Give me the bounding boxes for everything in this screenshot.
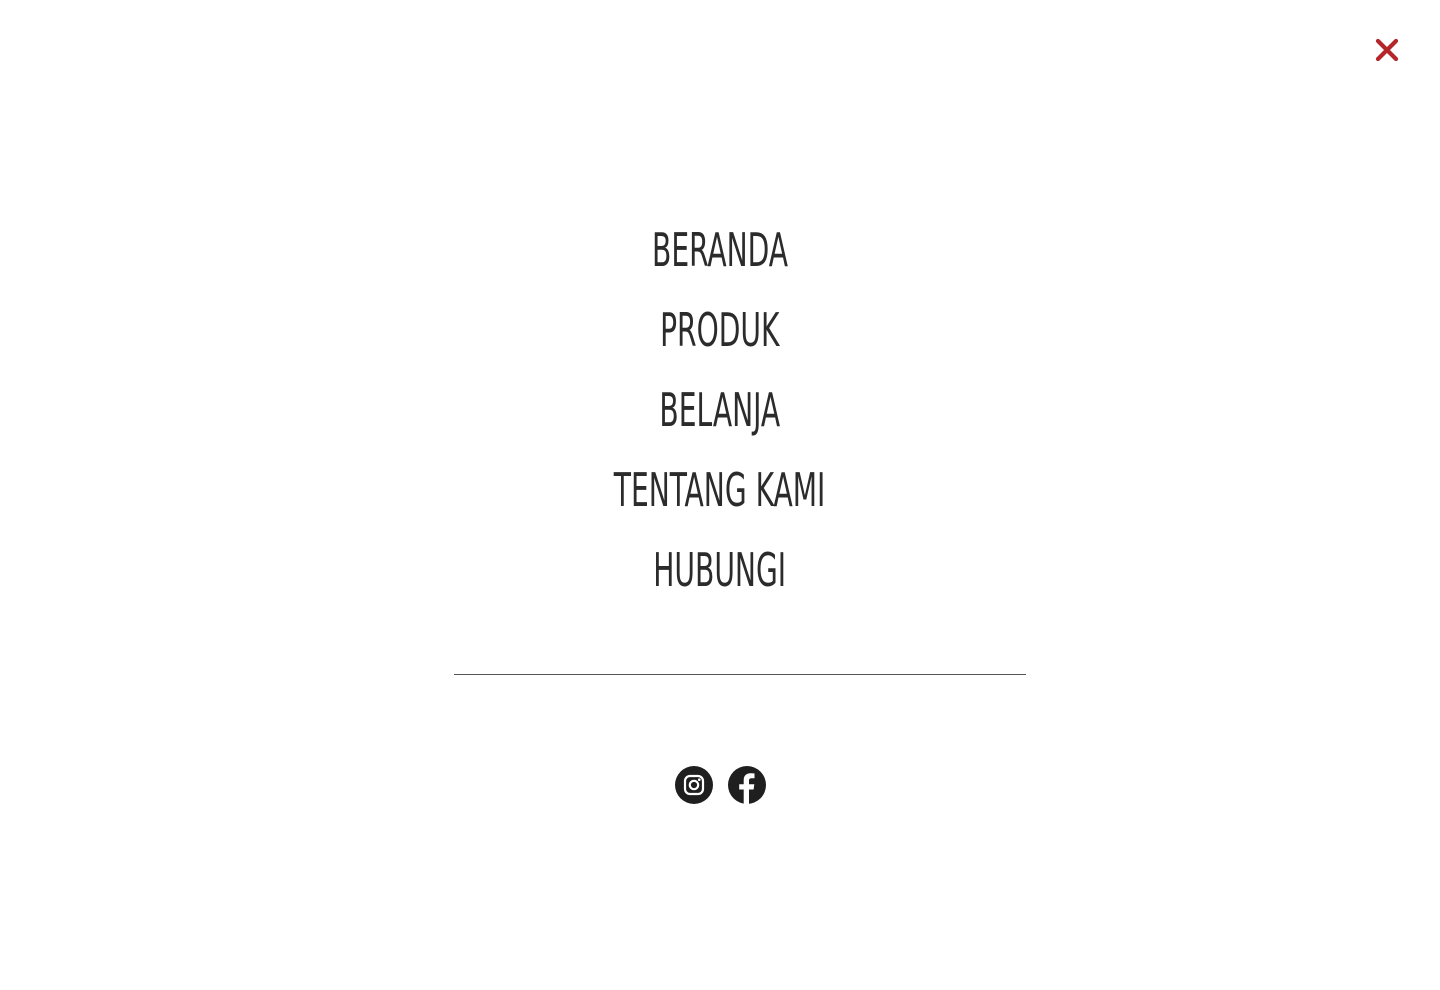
close-button[interactable] bbox=[1370, 33, 1404, 67]
facebook-icon bbox=[739, 773, 755, 804]
nav-item-belanja[interactable]: Belanja bbox=[660, 370, 781, 450]
nav-item-produk[interactable]: Produk bbox=[660, 290, 779, 370]
nav-item-tentang-kami[interactable]: Tentang Kami bbox=[614, 450, 826, 530]
divider bbox=[454, 674, 1026, 675]
main-navigation: Beranda Produk Belanja Tentang Kami Hubu… bbox=[0, 210, 1440, 610]
nav-item-hubungi[interactable]: Hubungi bbox=[654, 530, 787, 610]
instagram-link[interactable] bbox=[675, 766, 713, 804]
facebook-link[interactable] bbox=[728, 766, 766, 804]
nav-item-beranda[interactable]: Beranda bbox=[652, 210, 788, 290]
close-icon bbox=[1375, 38, 1399, 62]
instagram-icon bbox=[683, 774, 705, 796]
social-links bbox=[675, 766, 766, 804]
menu-overlay: Beranda Produk Belanja Tentang Kami Hubu… bbox=[0, 0, 1440, 990]
